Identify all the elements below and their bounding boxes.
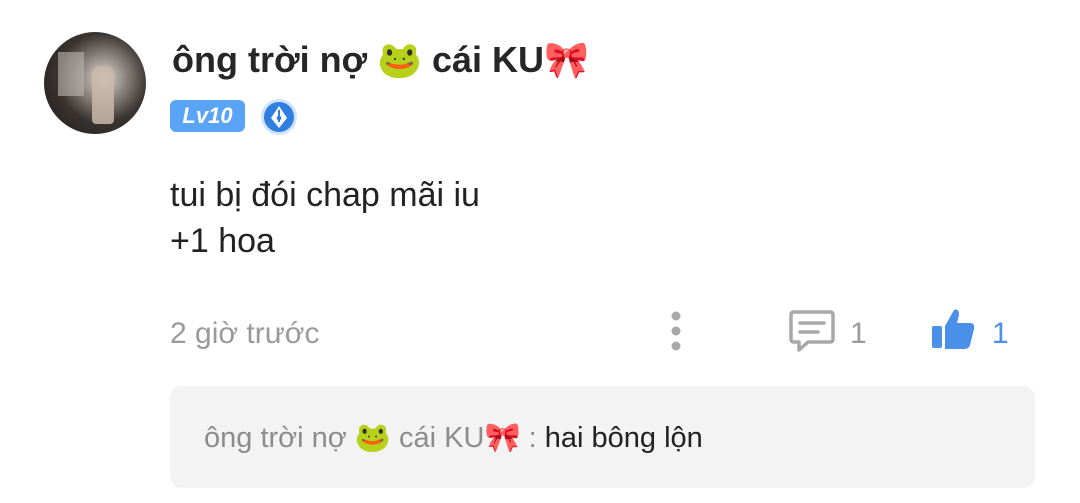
like-count: 1 bbox=[992, 317, 1009, 350]
reply-separator: : bbox=[528, 422, 537, 454]
thumbs-up-icon[interactable] bbox=[930, 306, 976, 352]
timestamp: 2 giờ trước bbox=[170, 317, 320, 350]
comment-text: tui bị đói chap mãi iu +1 hoa bbox=[170, 172, 480, 264]
avatar-background bbox=[58, 52, 84, 96]
level-badge: Lv10 bbox=[170, 100, 245, 132]
comment-line: tui bị đói chap mãi iu bbox=[170, 176, 480, 214]
reply-text: hai bông lộn bbox=[544, 422, 703, 454]
more-vertical-icon[interactable] bbox=[669, 310, 683, 352]
comment-icon[interactable] bbox=[788, 308, 836, 354]
comment-line: +1 hoa bbox=[170, 222, 275, 260]
pen-nib-badge-icon bbox=[261, 99, 297, 135]
avatar[interactable] bbox=[44, 32, 146, 134]
reply-username[interactable]: ông trời nợ 🐸 cái KU🎀 bbox=[204, 422, 521, 454]
avatar-figure bbox=[92, 66, 114, 124]
reply-preview[interactable]: ông trời nợ 🐸 cái KU🎀 : hai bông lộn bbox=[170, 386, 1035, 488]
reply-count: 1 bbox=[850, 317, 867, 350]
reply-line: ông trời nợ 🐸 cái KU🎀 : hai bông lộn bbox=[204, 418, 703, 458]
username[interactable]: ông trời nợ 🐸 cái KU🎀 bbox=[172, 38, 589, 82]
